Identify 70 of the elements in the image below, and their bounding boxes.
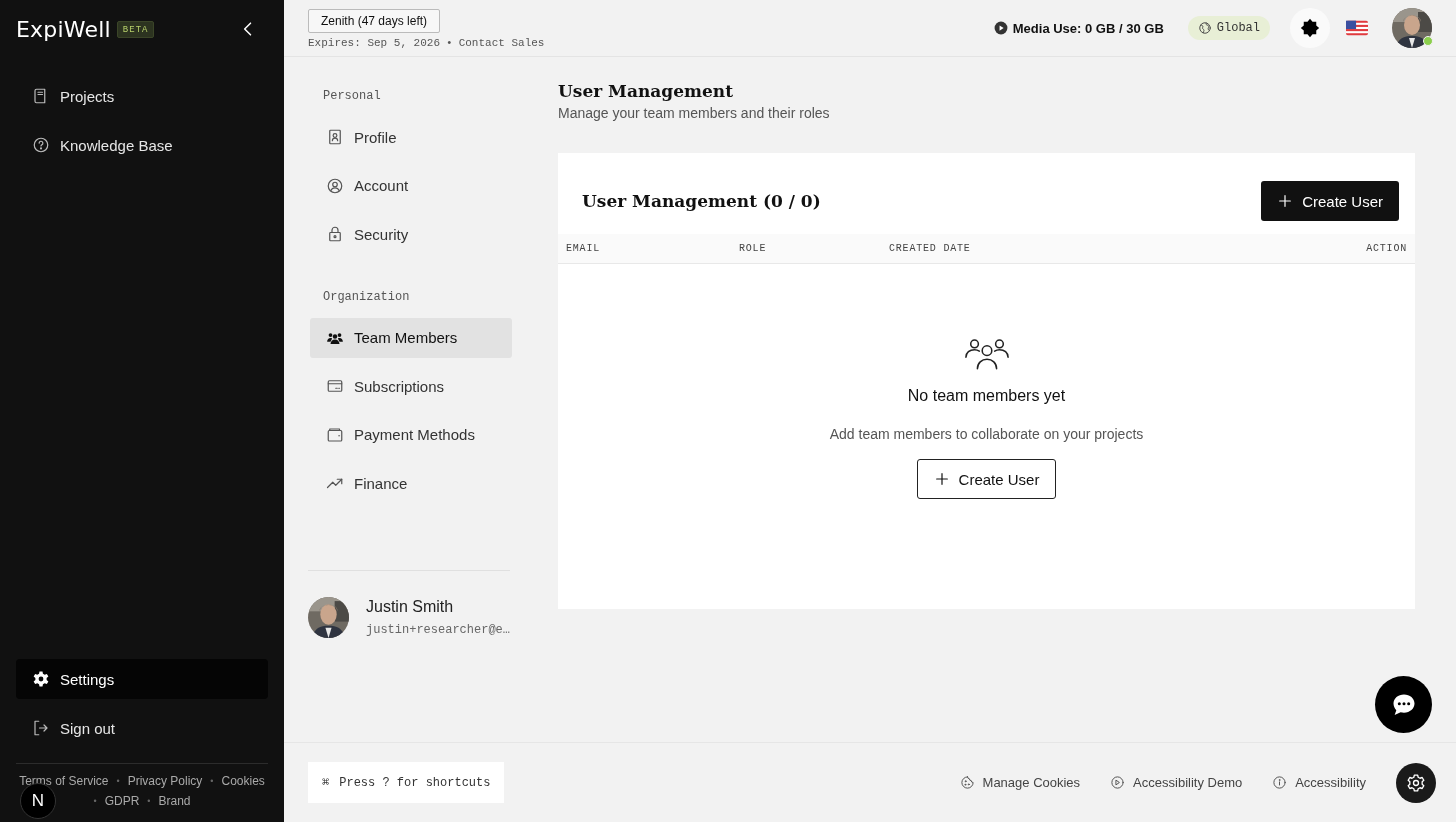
theme-icon bbox=[1300, 18, 1320, 38]
section-heading: Organization bbox=[322, 288, 411, 306]
footer-link[interactable]: Cookies bbox=[221, 774, 265, 788]
create-user-button[interactable]: Create User bbox=[1261, 181, 1399, 221]
footer-link[interactable]: Brand bbox=[158, 794, 191, 808]
lock-icon bbox=[326, 225, 344, 243]
column-header: CREATED DATE bbox=[889, 243, 972, 254]
footer-link[interactable]: GDPR bbox=[104, 794, 140, 808]
settings-nav-item[interactable]: Profile bbox=[310, 117, 512, 157]
footer-link[interactable]: Manage Cookies bbox=[959, 775, 1081, 790]
flag-icon[interactable] bbox=[1346, 20, 1368, 36]
user-name: Justin Smith bbox=[366, 597, 455, 616]
users-icon bbox=[963, 336, 1010, 371]
sidebar-item[interactable]: Settings bbox=[16, 659, 268, 699]
user-icon bbox=[326, 176, 344, 195]
credit-card-icon bbox=[326, 377, 344, 395]
sidebar-item[interactable]: Sign out bbox=[16, 708, 268, 748]
sidebar-item[interactable]: Projects bbox=[16, 76, 268, 116]
beta-badge: BETA bbox=[116, 20, 155, 38]
column-header: EMAIL bbox=[566, 243, 601, 254]
id-badge-icon bbox=[326, 128, 344, 146]
settings-icon bbox=[1406, 772, 1426, 793]
create-user-button[interactable]: Create User bbox=[916, 459, 1057, 499]
settings-nav-item[interactable]: Team Members bbox=[310, 317, 512, 358]
plus-icon bbox=[1277, 193, 1294, 209]
sign-out-icon bbox=[32, 719, 50, 737]
separator-dot: • bbox=[210, 775, 214, 788]
settings-nav-item[interactable]: Payment Methods bbox=[310, 414, 512, 455]
separator-dot: • bbox=[446, 37, 453, 49]
settings-nav-item[interactable]: Subscriptions bbox=[310, 366, 512, 406]
help-icon bbox=[32, 136, 50, 154]
play-icon bbox=[993, 21, 1008, 35]
column-header: ROLE bbox=[739, 243, 768, 254]
expiry-text: Expires: Sep 5, 2026 bbox=[308, 37, 441, 49]
sidebar-item[interactable]: Knowledge Base bbox=[16, 125, 268, 165]
footer-link[interactable]: Accessibility bbox=[1272, 775, 1366, 790]
settings-nav-item[interactable]: Finance bbox=[310, 463, 512, 503]
media-usage: Media Use: 0 GB / 30 GB bbox=[1012, 20, 1164, 36]
theme-toggle-button[interactable] bbox=[1290, 8, 1330, 48]
plus-icon bbox=[933, 471, 950, 487]
separator-dot: • bbox=[116, 775, 120, 788]
column-header: ACTION bbox=[1366, 243, 1407, 254]
card-title: User Management (0 / 0) bbox=[582, 191, 821, 211]
info-icon bbox=[1272, 775, 1288, 790]
page-title: User Management bbox=[558, 81, 734, 101]
footer-link[interactable]: Privacy Policy bbox=[127, 774, 203, 788]
settings-nav-item[interactable]: Security bbox=[310, 214, 512, 254]
section-heading: Personal bbox=[322, 88, 382, 105]
globe-icon bbox=[1197, 21, 1212, 35]
separator-dot: • bbox=[147, 795, 151, 808]
page-subtitle: Manage your team members and their roles bbox=[558, 105, 831, 121]
settings-button[interactable] bbox=[1396, 762, 1436, 803]
play-icon bbox=[1110, 775, 1126, 790]
command-key: ⌘ bbox=[322, 775, 330, 790]
cookie-icon bbox=[959, 775, 975, 790]
empty-state-text: Add team members to collaborate on your projects bbox=[829, 426, 1144, 442]
region-button[interactable]: Global bbox=[1187, 16, 1270, 40]
wallet-icon bbox=[326, 425, 344, 444]
empty-state-title: No team members yet bbox=[907, 387, 1066, 405]
footer-link[interactable]: Accessibility Demo bbox=[1110, 775, 1243, 790]
user-email: justin+researcher@e… bbox=[366, 622, 511, 637]
shortcut-text: Press ? for shortcuts bbox=[339, 775, 491, 790]
separator-dot: • bbox=[93, 795, 97, 808]
contact-sales-link[interactable]: Contact Sales bbox=[458, 37, 545, 49]
settings-nav-item[interactable]: Account bbox=[310, 165, 512, 206]
plan-button[interactable]: Zenith (47 days left) bbox=[308, 9, 441, 33]
logo: ExpiWell bbox=[16, 16, 111, 42]
chat-button[interactable] bbox=[1375, 676, 1432, 733]
avatar[interactable] bbox=[1392, 8, 1432, 48]
settings-icon bbox=[32, 670, 50, 688]
